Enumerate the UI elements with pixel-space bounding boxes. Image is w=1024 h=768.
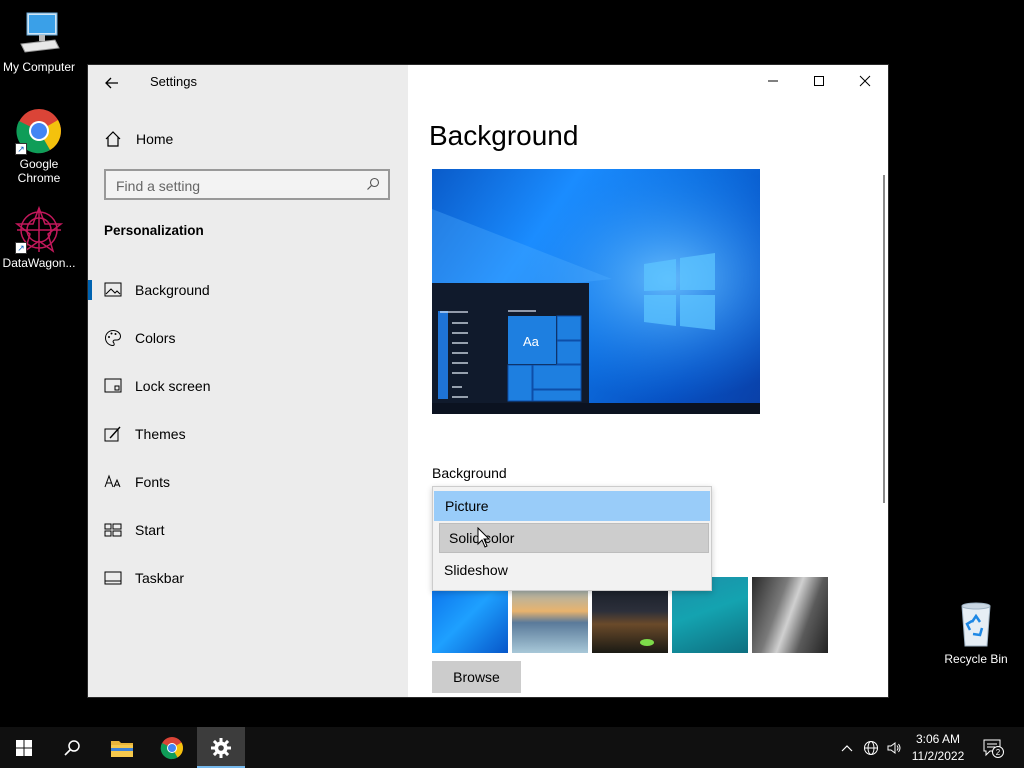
maximize-button[interactable] xyxy=(796,65,842,97)
minimize-icon xyxy=(768,80,778,82)
page-title: Background xyxy=(429,120,579,151)
shortcut-arrow-icon: ↗ xyxy=(15,143,27,155)
taskbar-clock[interactable]: 3:06 AM 11/2/2022 xyxy=(906,731,970,765)
settings-sidebar: Settings Home Personalization Background xyxy=(88,65,408,697)
chrome-icon: ↗ xyxy=(15,107,63,155)
notification-count: 2 xyxy=(996,748,1001,757)
home-label: Home xyxy=(136,131,174,147)
start-button[interactable] xyxy=(0,727,48,768)
clock-time: 3:06 AM xyxy=(915,732,961,746)
find-setting-search[interactable] xyxy=(104,169,390,200)
network-button[interactable] xyxy=(861,727,881,768)
close-icon xyxy=(859,75,871,87)
sidebar-item-label: Themes xyxy=(135,426,186,442)
desktop-icon-label: DataWagon... xyxy=(2,256,76,270)
sidebar-item-label: Lock screen xyxy=(135,378,211,394)
settings-taskbar-button[interactable] xyxy=(197,727,245,768)
volume-icon xyxy=(887,741,901,754)
dropdown-option-slideshow[interactable]: Slideshow xyxy=(433,555,711,585)
wallpaper-thumbnail[interactable] xyxy=(752,577,828,653)
recycle-bin-label: Recycle Bin xyxy=(944,652,1008,666)
background-type-dropdown[interactable]: Picture Solid color Slideshow xyxy=(432,486,712,591)
home-link[interactable]: Home xyxy=(104,127,173,151)
desktop-icon-label: Google Chrome xyxy=(17,157,61,185)
picture-icon xyxy=(104,281,122,299)
back-arrow-icon xyxy=(105,77,118,89)
preview-tile-text: Aa xyxy=(523,334,540,349)
home-icon xyxy=(105,131,121,147)
section-heading: Personalization xyxy=(104,223,204,238)
sidebar-item-label: Taskbar xyxy=(135,570,185,586)
maximize-icon xyxy=(814,76,824,86)
search-input[interactable] xyxy=(106,171,358,200)
sidebar-item-fonts[interactable]: Fonts xyxy=(88,462,408,502)
search-icon[interactable] xyxy=(366,177,380,191)
network-globe-icon xyxy=(864,740,878,755)
background-preview: Aa xyxy=(432,169,760,414)
search-icon xyxy=(64,739,80,756)
window-title: Settings xyxy=(150,74,197,89)
background-type-label: Background xyxy=(432,465,507,481)
chrome-icon xyxy=(160,736,183,759)
recycle-bin-icon xyxy=(952,600,1000,648)
chrome-taskbar-button[interactable] xyxy=(148,727,196,768)
file-explorer-icon xyxy=(111,740,133,757)
minimize-button[interactable] xyxy=(750,65,796,97)
desktop-icon-my-computer[interactable]: My Computer xyxy=(0,10,78,74)
computer-icon xyxy=(15,10,63,58)
browse-button[interactable]: Browse xyxy=(432,661,521,693)
scrollbar[interactable] xyxy=(883,175,885,503)
sidebar-item-lock-screen[interactable]: Lock screen xyxy=(88,366,408,406)
shortcut-arrow-icon: ↗ xyxy=(15,242,27,254)
fonts-icon xyxy=(104,473,122,491)
sidebar-item-start[interactable]: Start xyxy=(88,510,408,550)
lock-screen-icon xyxy=(104,377,122,395)
back-button[interactable] xyxy=(100,71,124,95)
taskbar-icon xyxy=(104,569,122,587)
dropdown-option-picture[interactable]: Picture xyxy=(434,491,710,521)
sidebar-item-colors[interactable]: Colors xyxy=(88,318,408,358)
sidebar-item-background[interactable]: Background xyxy=(88,270,408,310)
desktop-icon-recycle-bin[interactable]: Recycle Bin xyxy=(940,600,1012,666)
file-explorer-button[interactable] xyxy=(98,727,146,768)
settings-icon xyxy=(211,737,231,758)
show-hidden-icons-button[interactable] xyxy=(838,727,856,768)
desktop-icon-google-chrome[interactable]: ↗ Google Chrome xyxy=(0,107,78,185)
taskbar: 3:06 AM 11/2/2022 2 xyxy=(0,727,1024,768)
start-icon xyxy=(104,521,122,539)
sidebar-item-taskbar[interactable]: Taskbar xyxy=(88,558,408,598)
close-button[interactable] xyxy=(842,65,888,97)
datawagon-icon: ↗ xyxy=(14,205,64,254)
search-button[interactable] xyxy=(48,727,96,768)
sidebar-item-label: Fonts xyxy=(135,474,171,490)
sidebar-item-label: Colors xyxy=(135,330,176,346)
themes-icon xyxy=(104,425,122,443)
chevron-up-icon xyxy=(841,744,853,751)
desktop-icon-datawagon[interactable]: ↗ DataWagon... xyxy=(0,205,78,270)
palette-icon xyxy=(104,329,122,347)
mouse-cursor-icon xyxy=(477,527,491,548)
sidebar-item-label: Start xyxy=(135,522,165,538)
notification-icon: 2 xyxy=(983,739,1004,758)
settings-window: Settings Home Personalization Background xyxy=(88,65,888,697)
desktop-icon-label: My Computer xyxy=(2,60,76,74)
sidebar-item-themes[interactable]: Themes xyxy=(88,414,408,454)
action-center-button[interactable]: 2 xyxy=(978,727,1008,768)
tent-glow-shape xyxy=(640,639,654,646)
clock-date: 11/2/2022 xyxy=(911,749,965,763)
windows-start-icon xyxy=(16,739,32,756)
volume-button[interactable] xyxy=(884,727,904,768)
sidebar-item-label: Background xyxy=(135,282,210,298)
